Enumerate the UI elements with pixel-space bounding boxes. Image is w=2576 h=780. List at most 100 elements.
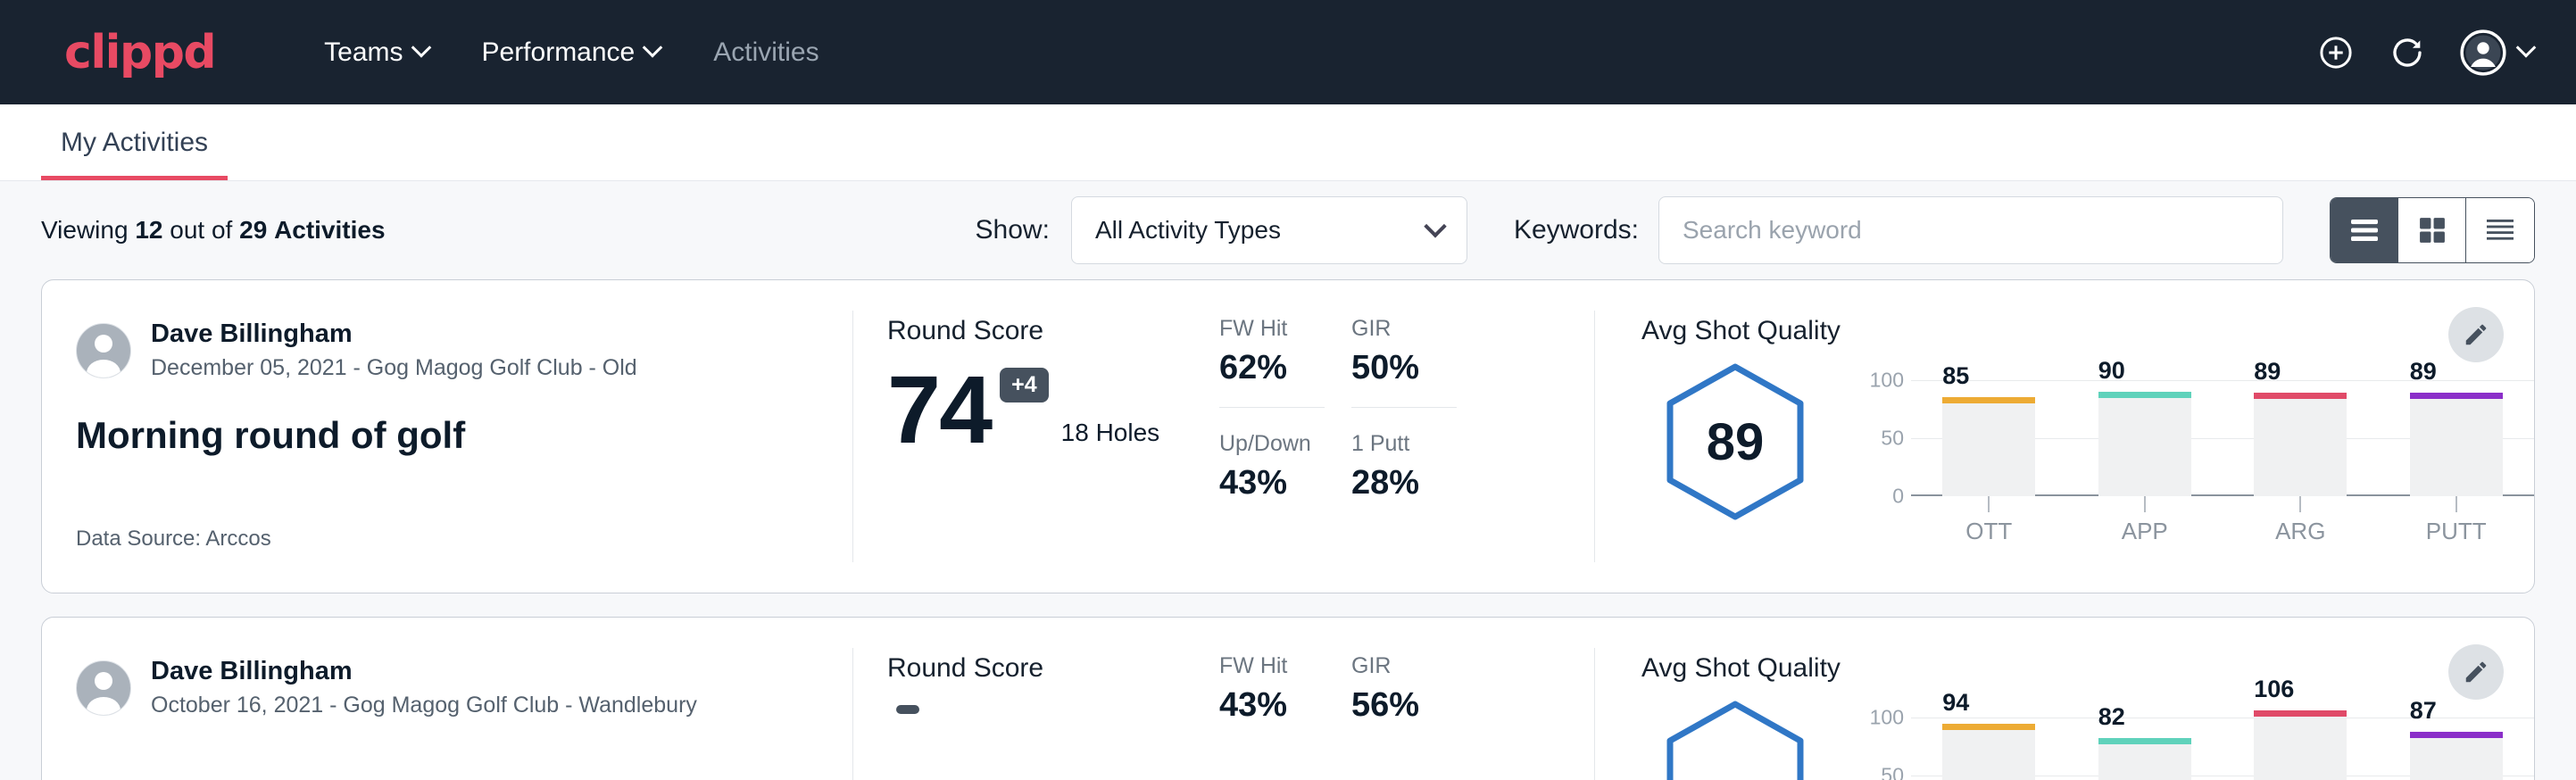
chart-y-axis: 100 50 0	[1865, 700, 1911, 780]
quality-score	[1664, 700, 1807, 780]
y-tick-100: 100	[1870, 368, 1904, 392]
account-avatar-icon	[2460, 29, 2506, 76]
score-to-par-badge	[896, 705, 919, 714]
view-toggle-compact[interactable]	[2466, 198, 2534, 262]
bar-cap-arg	[2254, 710, 2347, 717]
nav-item-teams-label: Teams	[324, 37, 403, 68]
bar-cell-ott[interactable]: 94	[1911, 700, 2067, 780]
avg-shot-quality-label: Avg Shot Quality	[1641, 653, 2534, 684]
round-stats: FW Hit 62% Up/Down 43% GIR 50% 1 Putt 28…	[1210, 280, 1594, 593]
data-source: Data Source: Arccos	[76, 527, 271, 552]
activity-list: Dave Billingham December 05, 2021 - Gog …	[0, 279, 2576, 780]
bar-cell-ott[interactable]: 85	[1911, 362, 2067, 496]
activity-type-select[interactable]: All Activity Types	[1071, 196, 1467, 264]
stat-value-gir: 56%	[1351, 686, 1483, 725]
round-score-section: Round Score 74 +4 18 Holes	[853, 280, 1210, 593]
x-label-putt: PUTT	[2379, 518, 2535, 545]
top-navigation-bar: clippd Teams Performance Activities	[0, 0, 2576, 104]
stat-group-left: FW Hit 43%	[1219, 653, 1351, 780]
bar-cell-putt[interactable]: 87	[2379, 700, 2535, 780]
search-input[interactable]: Search keyword	[1658, 196, 2283, 264]
round-score-label: Round Score	[887, 316, 1210, 346]
score-to-par-badge: +4	[1000, 368, 1049, 402]
edit-activity-button[interactable]	[2448, 644, 2504, 700]
chevron-down-icon	[643, 37, 663, 58]
avg-shot-quality-label: Avg Shot Quality	[1641, 316, 2534, 346]
activity-title: Morning round of golf	[76, 414, 852, 457]
activity-author: Dave Billingham October 16, 2021 - Gog M…	[76, 655, 852, 721]
chart-x-ticks	[1911, 496, 2534, 512]
viewing-summary: Viewing 12 out of 29 Activities	[41, 216, 386, 245]
filter-controls: Show: All Activity Types Keywords: Searc…	[976, 196, 2535, 264]
shot-quality-chart: 100 50 0	[1829, 694, 2534, 780]
stat-label-fw-hit: FW Hit	[1219, 316, 1351, 342]
stat-value-gir: 50%	[1351, 349, 1483, 387]
viewing-middle: out of	[170, 216, 232, 244]
quality-hexagon	[1664, 700, 1807, 780]
round-stats: FW Hit 43% GIR 56%	[1210, 618, 1594, 780]
bar-cell-arg[interactable]: 106	[2223, 700, 2379, 780]
nav-item-performance-label: Performance	[482, 37, 636, 68]
bar-value-app: 82	[2098, 703, 2125, 731]
chart-plot-area: 85 90	[1911, 362, 2534, 496]
bar-cell-putt[interactable]: 89	[2379, 362, 2535, 496]
quality-hex-wrap	[1641, 694, 1829, 780]
y-tick-50: 50	[1881, 426, 1904, 450]
bar-cell-app[interactable]: 90	[2067, 362, 2223, 496]
stat-group-left: FW Hit 62% Up/Down 43%	[1219, 316, 1351, 593]
pencil-icon	[2463, 659, 2489, 685]
nav-item-performance[interactable]: Performance	[455, 29, 687, 77]
viewing-count: 12	[135, 216, 162, 244]
stat-value-up-down: 43%	[1219, 464, 1351, 502]
pencil-icon	[2463, 321, 2489, 348]
y-tick-100: 100	[1870, 705, 1904, 729]
round-score-value-row: 74 +4 18 Holes	[887, 364, 1210, 456]
shot-quality-chart: 100 50 0	[1829, 357, 2534, 545]
bar-arg: 106	[2254, 710, 2347, 780]
account-menu[interactable]	[2460, 29, 2533, 76]
round-score-value-row	[887, 701, 1210, 714]
bar-cell-arg[interactable]: 89	[2223, 362, 2379, 496]
bar-cap-app	[2098, 392, 2191, 398]
nav-item-activities[interactable]: Activities	[686, 29, 845, 77]
add-plus-icon[interactable]	[2317, 34, 2355, 71]
x-label-arg: ARG	[2223, 518, 2379, 545]
bar-value-ott: 94	[1942, 689, 1969, 717]
stat-value-fw-hit: 43%	[1219, 686, 1351, 725]
bar-value-app: 90	[2098, 357, 2125, 385]
bar-cap-app	[2098, 738, 2191, 744]
avg-shot-quality-section: Avg Shot Quality 89 100 50	[1595, 280, 2534, 593]
activity-card[interactable]: Dave Billingham October 16, 2021 - Gog M…	[41, 617, 2535, 780]
y-tick-50: 50	[1881, 763, 1904, 780]
tab-my-activities[interactable]: My Activities	[41, 128, 228, 180]
viewing-prefix: Viewing	[41, 216, 129, 244]
player-name: Dave Billingham	[151, 655, 697, 687]
stat-group-right: GIR 56%	[1351, 653, 1483, 780]
bar-putt: 89	[2410, 393, 2503, 496]
avatar	[76, 323, 131, 378]
bar-cap-ott	[1942, 397, 2035, 403]
edit-activity-button[interactable]	[2448, 307, 2504, 362]
bar-arg: 89	[2254, 393, 2347, 496]
filter-bar: Viewing 12 out of 29 Activities Show: Al…	[0, 181, 2576, 279]
bar-value-arg: 89	[2254, 358, 2281, 386]
view-toggle-grid[interactable]	[2398, 198, 2466, 262]
bar-cell-app[interactable]: 82	[2067, 700, 2223, 780]
view-toggle-list[interactable]	[2331, 198, 2398, 262]
clippd-logo[interactable]: clippd	[64, 29, 215, 76]
bar-ott: 94	[1942, 724, 2035, 780]
activity-meta: October 16, 2021 - Gog Magog Golf Club -…	[151, 691, 697, 721]
chevron-down-icon	[1424, 215, 1446, 237]
avatar	[76, 660, 131, 716]
holes-count: 18 Holes	[1061, 419, 1160, 447]
quality-hex-wrap: 89	[1641, 357, 1829, 521]
stat-value-fw-hit: 62%	[1219, 349, 1351, 387]
refresh-icon[interactable]	[2389, 34, 2426, 71]
nav-item-teams[interactable]: Teams	[297, 29, 454, 77]
activity-meta: December 05, 2021 - Gog Magog Golf Club …	[151, 353, 637, 384]
bar-cap-arg	[2254, 393, 2347, 399]
activity-card[interactable]: Dave Billingham December 05, 2021 - Gog …	[41, 279, 2535, 593]
bar-cap-putt	[2410, 732, 2503, 738]
chart-x-labels: OTT APP ARG PUTT	[1911, 518, 2534, 545]
quality-content: 89 100 50 0	[1641, 357, 2534, 545]
